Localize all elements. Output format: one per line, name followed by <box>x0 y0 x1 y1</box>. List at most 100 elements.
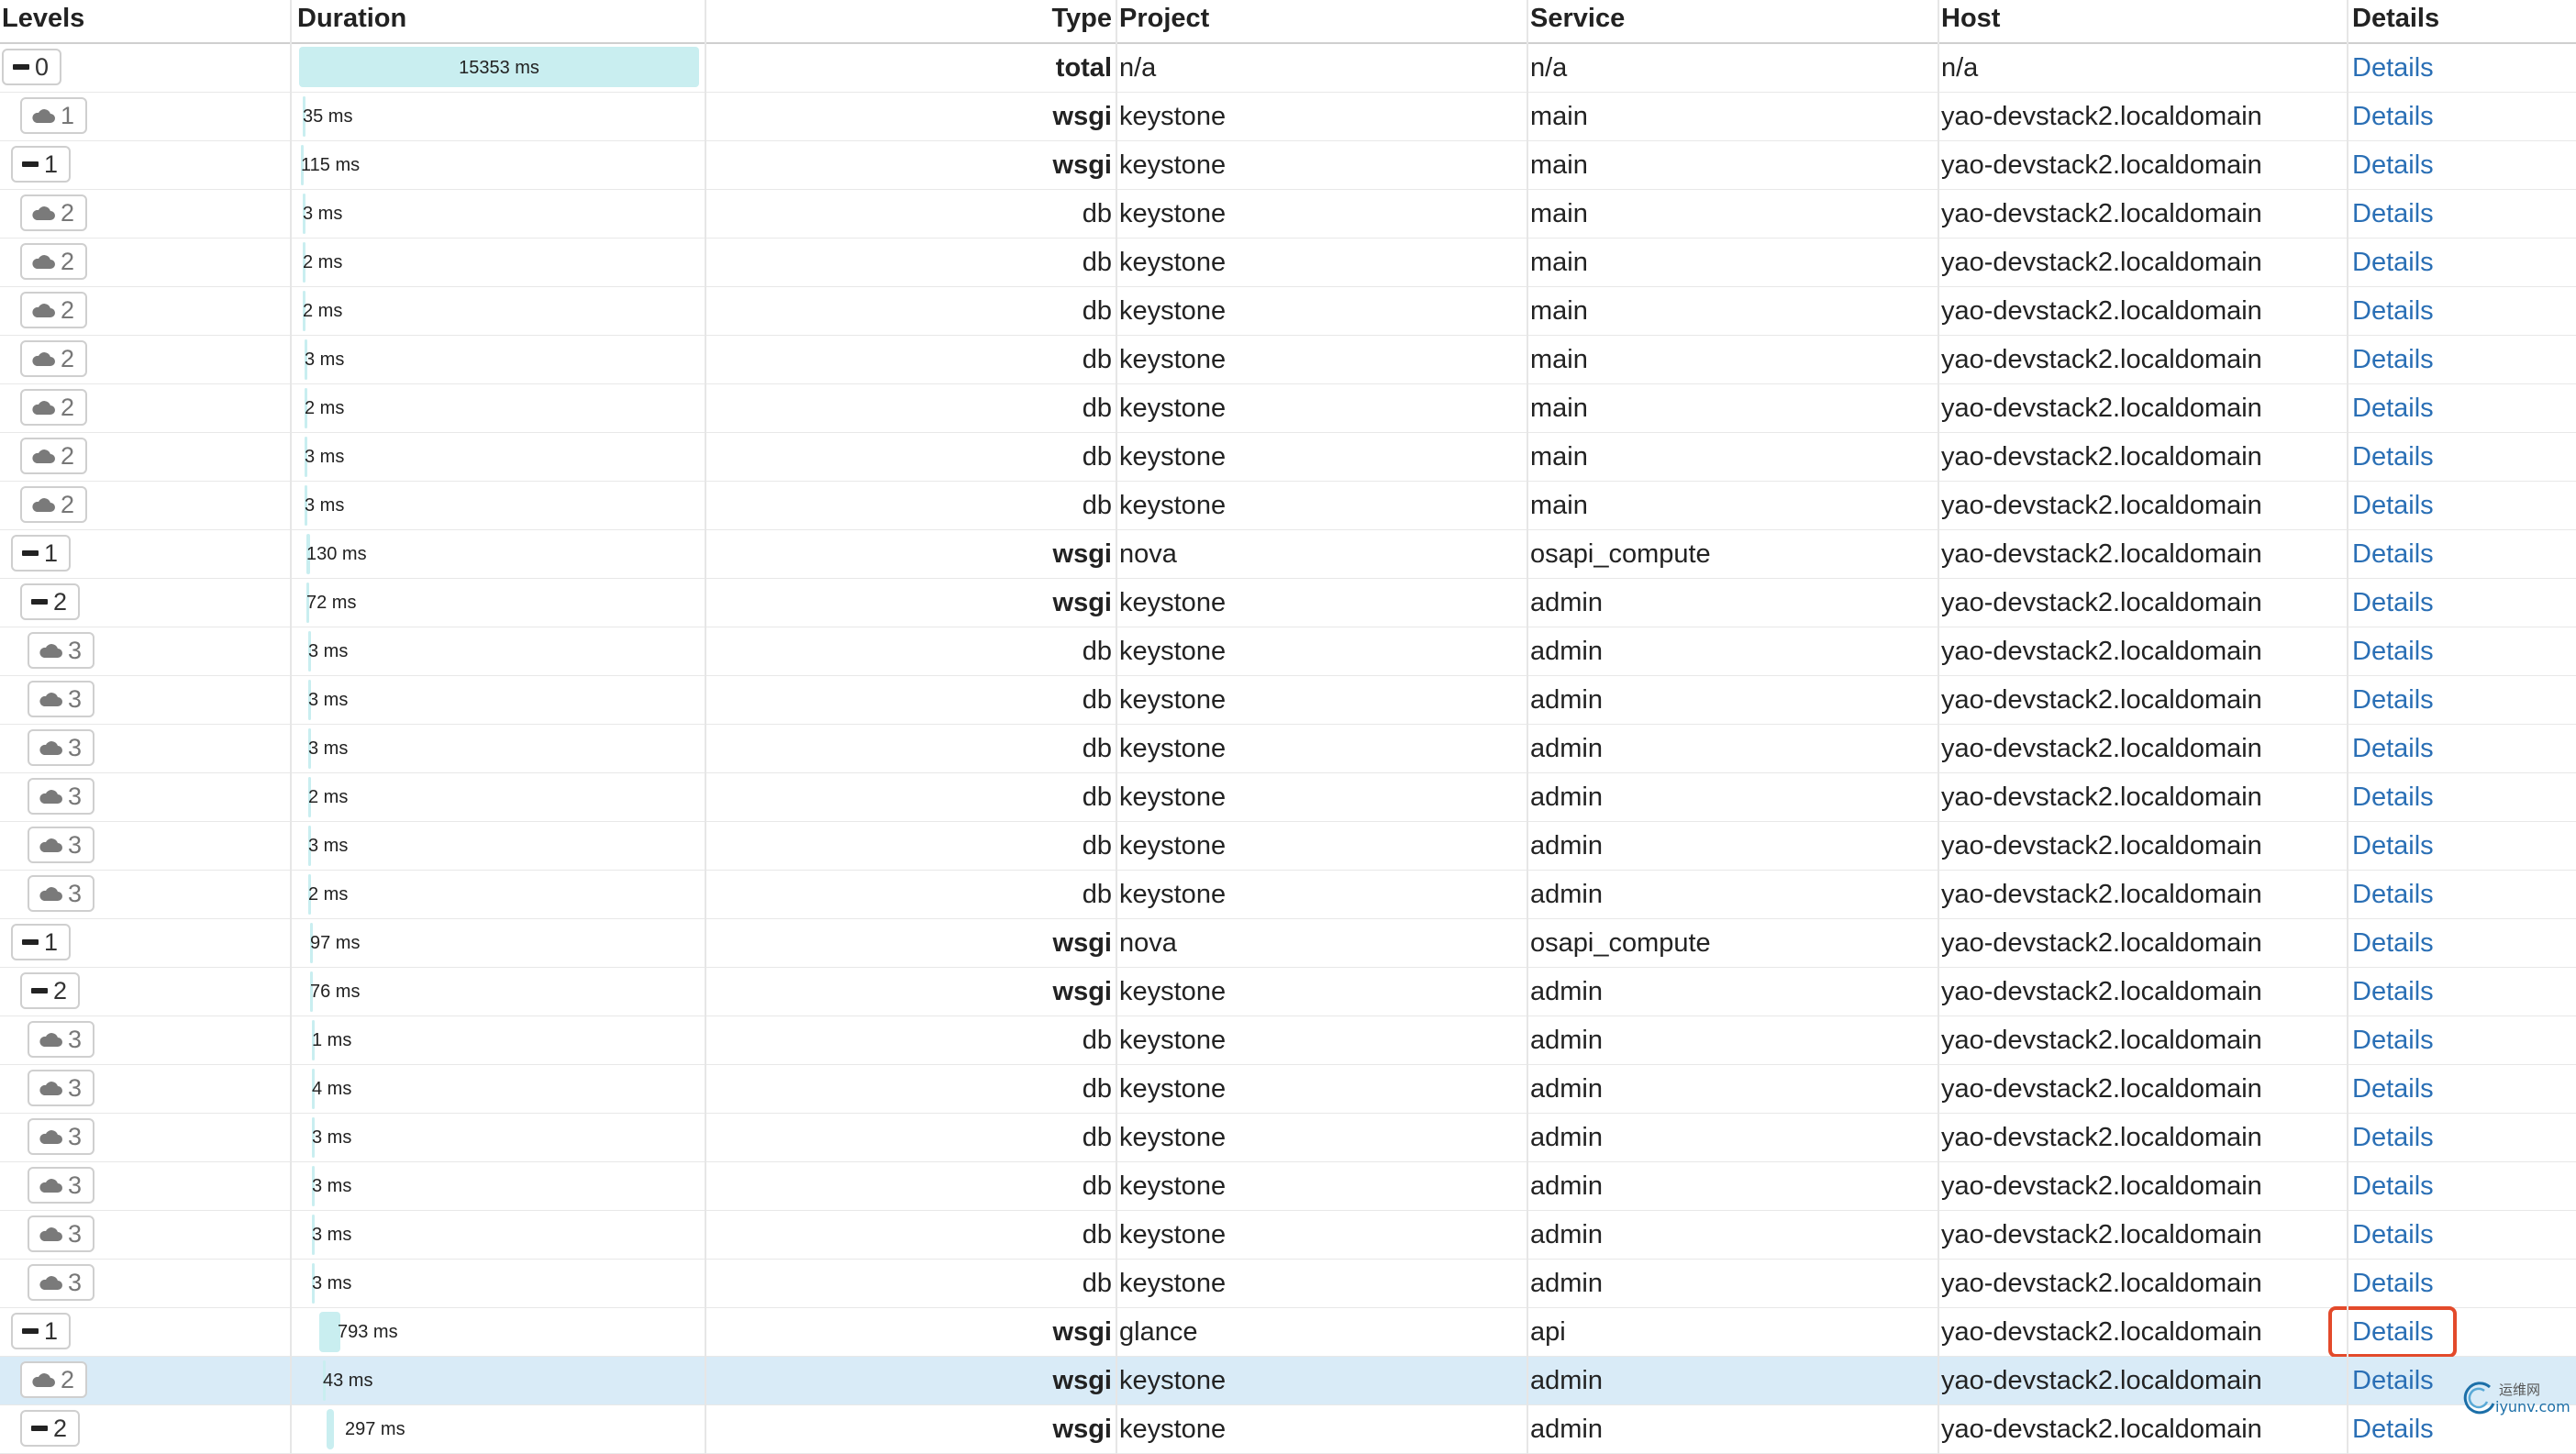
table-row: 276 mswsgikeystoneadminyao-devstack2.loc… <box>0 968 2576 1016</box>
host-cell: yao-devstack2.localdomain <box>1941 1016 2262 1064</box>
collapse-level-button[interactable]: 2 <box>20 972 80 1009</box>
level-number: 2 <box>61 245 74 278</box>
level-number: 3 <box>68 1071 82 1104</box>
cloud-icon <box>31 1371 55 1388</box>
level-badge: 3 <box>28 1264 94 1301</box>
details-link[interactable]: Details <box>2352 336 2434 383</box>
details-link[interactable]: Details <box>2352 1016 2434 1064</box>
service-cell: main <box>1530 93 1588 140</box>
details-link[interactable]: Details <box>2352 968 2434 1016</box>
type-cell: wsgi <box>947 968 1112 1016</box>
type-cell: db <box>947 1016 1112 1064</box>
watermark-url: iyunv.com <box>2495 1398 2570 1415</box>
table-row: 135 mswsgikeystonemainyao-devstack2.loca… <box>0 93 2576 141</box>
project-cell: keystone <box>1119 627 1226 675</box>
details-link[interactable]: Details <box>2352 239 2434 286</box>
details-link[interactable]: Details <box>2352 871 2434 918</box>
type-cell: wsgi <box>947 919 1112 967</box>
collapse-level-button[interactable]: 0 <box>2 49 61 85</box>
service-cell: admin <box>1530 676 1603 724</box>
details-link[interactable]: Details <box>2352 1065 2434 1113</box>
host-cell: yao-devstack2.localdomain <box>1941 1405 2262 1453</box>
details-link[interactable]: Details <box>2352 1405 2434 1453</box>
service-cell: main <box>1530 384 1588 432</box>
details-link[interactable]: Details <box>2352 287 2434 335</box>
host-cell: yao-devstack2.localdomain <box>1941 93 2262 140</box>
details-link[interactable]: Details <box>2352 627 2434 675</box>
details-link[interactable]: Details <box>2352 433 2434 481</box>
type-cell: wsgi <box>947 530 1112 578</box>
level-number: 3 <box>68 1217 82 1250</box>
details-link[interactable]: Details <box>2352 384 2434 432</box>
table-row: 33 msdbkeystoneadminyao-devstack2.locald… <box>0 1260 2576 1308</box>
details-link[interactable]: Details <box>2352 482 2434 529</box>
details-link[interactable]: Details <box>2352 919 2434 967</box>
project-cell: keystone <box>1119 1405 1226 1453</box>
table-row: 197 mswsginovaosapi_computeyao-devstack2… <box>0 919 2576 968</box>
table-row: 22 msdbkeystonemainyao-devstack2.localdo… <box>0 384 2576 433</box>
type-cell: db <box>947 676 1112 724</box>
cloud-icon <box>39 1080 62 1096</box>
details-link[interactable]: Details <box>2352 44 2434 92</box>
table-row: 272 mswsgikeystoneadminyao-devstack2.loc… <box>0 579 2576 627</box>
cloud-icon <box>39 1031 62 1048</box>
details-link[interactable]: Details <box>2352 190 2434 238</box>
type-cell: db <box>947 433 1112 481</box>
host-cell: yao-devstack2.localdomain <box>1941 336 2262 383</box>
service-cell: admin <box>1530 1211 1603 1259</box>
column-divider <box>1116 0 1117 1454</box>
host-cell: yao-devstack2.localdomain <box>1941 1357 2262 1404</box>
level-number: 3 <box>68 731 82 764</box>
details-link[interactable]: Details <box>2352 93 2434 140</box>
service-cell: admin <box>1530 968 1603 1016</box>
duration-text: 4 ms <box>312 1065 351 1113</box>
level-number: 1 <box>61 99 74 132</box>
collapse-level-button[interactable]: 1 <box>11 1313 71 1349</box>
cloud-icon <box>31 496 55 513</box>
cloud-icon <box>31 253 55 270</box>
details-link[interactable]: Details <box>2352 773 2434 821</box>
type-cell: db <box>947 1162 1112 1210</box>
service-cell: admin <box>1530 1065 1603 1113</box>
project-cell: keystone <box>1119 725 1226 772</box>
table-row: 33 msdbkeystoneadminyao-devstack2.locald… <box>0 1114 2576 1162</box>
minus-icon <box>13 64 29 70</box>
collapse-level-button[interactable]: 1 <box>11 535 71 572</box>
cloud-icon <box>39 1226 62 1242</box>
host-cell: yao-devstack2.localdomain <box>1941 433 2262 481</box>
level-badge: 2 <box>20 389 87 426</box>
details-link[interactable]: Details <box>2352 822 2434 870</box>
project-cell: keystone <box>1119 433 1226 481</box>
level-number: 1 <box>44 148 58 181</box>
collapse-level-button[interactable]: 2 <box>20 583 80 620</box>
collapse-level-button[interactable]: 1 <box>11 146 71 183</box>
service-cell: admin <box>1530 1260 1603 1307</box>
level-number: 3 <box>68 1169 82 1202</box>
duration-text: 2 ms <box>303 287 342 335</box>
collapse-level-button[interactable]: 2 <box>20 1410 80 1447</box>
details-link[interactable]: Details <box>2352 141 2434 189</box>
collapse-level-button[interactable]: 1 <box>11 924 71 960</box>
cloud-icon <box>39 1274 62 1291</box>
header-details: Details <box>2352 0 2439 42</box>
details-link[interactable]: Details <box>2352 676 2434 724</box>
duration-text: 793 ms <box>338 1308 398 1356</box>
details-link[interactable]: Details <box>2352 1260 2434 1307</box>
table-row: 22 msdbkeystonemainyao-devstack2.localdo… <box>0 287 2576 336</box>
header-service: Service <box>1530 0 1625 42</box>
level-badge: 2 <box>20 340 87 377</box>
details-link[interactable]: Details <box>2352 1357 2434 1404</box>
details-link[interactable]: Details <box>2352 579 2434 627</box>
level-number: 2 <box>61 342 74 375</box>
type-cell: db <box>947 384 1112 432</box>
details-link[interactable]: Details <box>2352 725 2434 772</box>
details-link[interactable]: Details <box>2352 530 2434 578</box>
host-cell: yao-devstack2.localdomain <box>1941 968 2262 1016</box>
host-cell: yao-devstack2.localdomain <box>1941 822 2262 870</box>
details-link[interactable]: Details <box>2352 1162 2434 1210</box>
level-badge: 3 <box>28 1215 94 1252</box>
details-link[interactable]: Details <box>2352 1211 2434 1259</box>
host-cell: yao-devstack2.localdomain <box>1941 627 2262 675</box>
level-number: 0 <box>35 50 49 83</box>
details-link[interactable]: Details <box>2352 1114 2434 1161</box>
